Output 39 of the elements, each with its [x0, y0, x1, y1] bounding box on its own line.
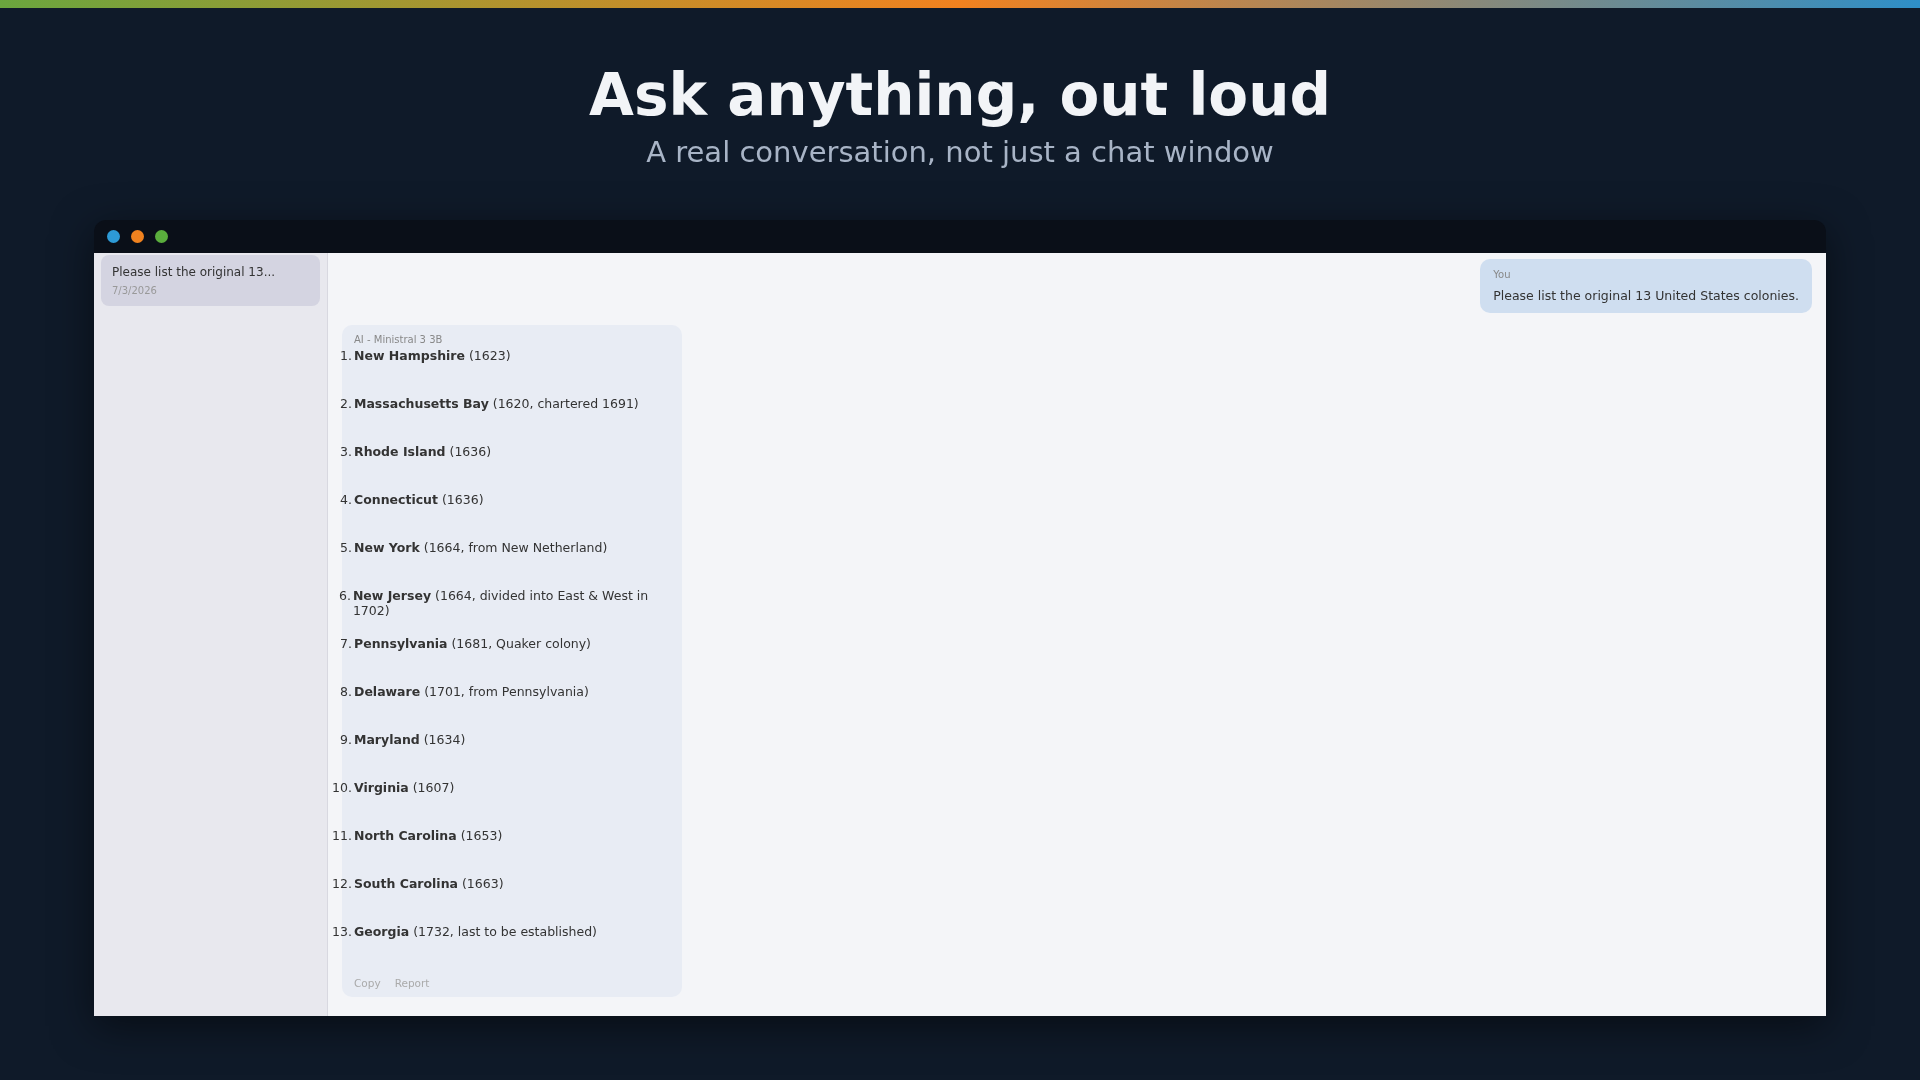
window-dot-icon[interactable] — [155, 230, 168, 243]
list-number: 6. — [337, 588, 352, 603]
list-item-text: New York (1664, from New Netherland) — [354, 540, 608, 555]
list-number: 9. — [339, 732, 353, 747]
hero-title: Ask anything, out loud — [589, 60, 1331, 130]
list-item-text: South Carolina (1663) — [354, 876, 504, 891]
list-number: 7. — [339, 636, 353, 651]
hero-subtitle: A real conversation, not just a chat window — [646, 134, 1274, 170]
list-number: 5. — [339, 540, 353, 555]
list-number: 11. — [332, 828, 353, 843]
window-dot-icon[interactable] — [107, 230, 120, 243]
message-text: Please list the original 13 United States colonies. — [1493, 288, 1799, 303]
list-item-text: New Hampshire (1623) — [354, 348, 511, 363]
message-action-button[interactable]: Copy — [354, 975, 381, 991]
conversation-item[interactable]: Please list the original 13... 7/3/2026 — [101, 255, 320, 306]
list-item-text: Massachusetts Bay (1620, chartered 1691) — [354, 396, 639, 411]
list-item-text: Pennsylvania (1681, Quaker colony) — [354, 636, 591, 651]
list-item-text: Maryland (1634) — [354, 732, 466, 747]
list-number: 8. — [339, 684, 353, 699]
message-author: You — [1493, 268, 1512, 282]
list-item-text: Rhode Island (1636) — [354, 444, 492, 459]
list-item-text: New Jersey (1664, divided into East & West in 1702) — [352, 588, 650, 618]
list-item-text: Connecticut (1636) — [354, 492, 484, 507]
list-item-text: Georgia (1732, last to be established) — [354, 924, 597, 939]
list-number: 1. — [339, 348, 353, 363]
message-action-button[interactable]: Report — [394, 975, 430, 991]
list-item-text: Delaware (1701, from Pennsylvania) — [354, 684, 589, 699]
conversation-title: Please list the original 13... — [112, 264, 277, 281]
list-number: 10. — [332, 780, 353, 795]
list-number: 4. — [339, 492, 353, 507]
list-number: 12. — [332, 876, 353, 891]
window-dot-icon[interactable] — [131, 230, 144, 243]
list-item-text: North Carolina (1653) — [354, 828, 503, 843]
list-number: 3. — [339, 444, 353, 459]
list-item-text: Virginia (1607) — [354, 780, 455, 795]
conversation-date: 7/3/2026 — [112, 285, 158, 296]
list-number: 2. — [339, 396, 353, 411]
message-author: AI - Ministral 3 3B — [354, 333, 444, 347]
list-number: 13. — [332, 924, 353, 939]
